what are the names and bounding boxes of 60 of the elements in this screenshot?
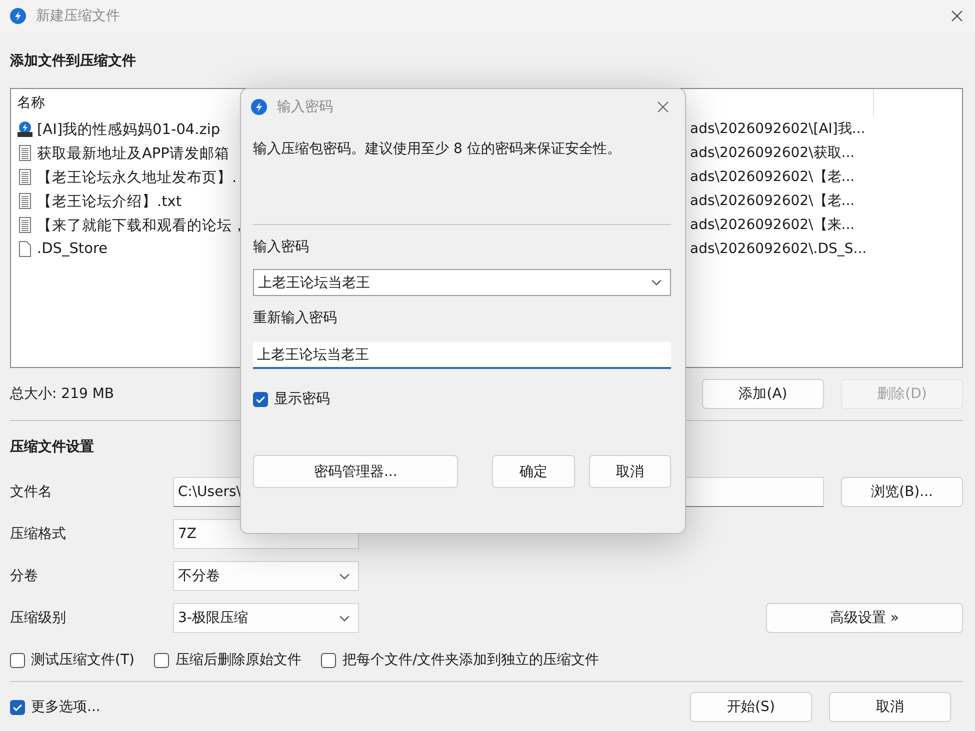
app-logo-icon — [10, 8, 26, 24]
chevron-icon — [651, 279, 662, 286]
file-name: [AI]我的性感妈妈01-04.zip — [37, 120, 220, 138]
dialog-message: 输入压缩包密码。建议使用至少 8 位的密码来保证安全性。 — [253, 140, 622, 159]
advanced-settings-button[interactable]: 高级设置 » — [766, 603, 963, 633]
file-name: 获取最新地址及APP请发邮箱 — [37, 144, 230, 162]
list-button[interactable]: 添加(A) — [702, 379, 824, 409]
dialog-button[interactable]: 确定 — [492, 455, 575, 488]
chevron-icon — [339, 572, 350, 580]
checkbox-label: 显示密码 — [274, 390, 330, 408]
password-dropdown[interactable]: 上老王论坛当老王 — [253, 269, 671, 296]
file-icon — [17, 241, 33, 257]
browse-button[interactable]: 浏览(B)... — [841, 477, 963, 507]
checkbox[interactable] — [321, 652, 336, 668]
file-name: 【老王论坛永久地址发布页】. — [37, 168, 237, 186]
footer-button[interactable]: 开始(S) — [690, 692, 812, 722]
section-heading: 添加文件到压缩文件 — [10, 52, 137, 71]
field-label: 压缩级别 — [10, 609, 67, 627]
file-path: ads\2026092602\[AI]我... — [690, 120, 866, 138]
zip-file-icon — [17, 121, 33, 137]
section-heading: 压缩文件设置 — [10, 438, 95, 457]
checkbox-label: 压缩后删除原始文件 — [175, 651, 302, 669]
checkbox[interactable] — [10, 652, 25, 668]
footer-button[interactable]: 取消 — [829, 692, 951, 722]
confirm-password-field[interactable]: 上老王论坛当老王 — [253, 342, 671, 369]
field-label: 输入密码 — [253, 238, 310, 257]
split-dropdown[interactable]: 不分卷 — [173, 561, 359, 591]
level-dropdown[interactable]: 3-极限压缩 — [173, 603, 359, 633]
window-title: 新建压缩文件 — [36, 7, 120, 25]
dialog-button[interactable]: 密码管理器... — [253, 455, 458, 488]
file-path: ads\2026092602\获取... — [690, 144, 855, 162]
file-path: ads\2026092602\【老... — [690, 192, 855, 210]
file-name: 【老王论坛介绍】.txt — [37, 192, 182, 210]
checkbox-label: 把每个文件/文件夹添加到独立的压缩文件 — [342, 651, 600, 669]
checkbox[interactable] — [10, 700, 25, 714]
file-name: .DS_Store — [37, 241, 108, 257]
app-logo-icon — [251, 99, 267, 115]
dialog-button[interactable]: 取消 — [588, 455, 671, 488]
file-path: ads\2026092602\.DS_S... — [690, 241, 867, 257]
close-icon[interactable] — [951, 10, 963, 22]
chevron-icon — [339, 614, 350, 622]
field-label: 文件名 — [10, 483, 53, 501]
total-size: 总大小: 219 MB — [10, 385, 114, 403]
field-label: 分卷 — [10, 567, 39, 585]
file-name: 【来了就能下载和观看的论坛， — [37, 216, 247, 234]
text-file-icon — [17, 217, 33, 233]
dialog-title: 输入密码 — [277, 98, 333, 116]
file-path: ads\2026092602\【来... — [690, 216, 855, 234]
close-icon[interactable] — [657, 101, 669, 113]
checkbox-label: 更多选项... — [31, 698, 100, 716]
checkbox[interactable] — [154, 652, 170, 668]
file-path: ads\2026092602\【老... — [690, 168, 855, 186]
text-file-icon — [17, 169, 33, 185]
checkbox-label: 测试压缩文件(T) — [31, 651, 134, 669]
field-label: 压缩格式 — [10, 525, 67, 543]
field-label: 重新输入密码 — [253, 309, 338, 328]
text-file-icon — [17, 193, 33, 209]
text-file-icon — [17, 145, 33, 161]
column-header[interactable]: 名称 — [17, 94, 45, 112]
checkbox[interactable] — [253, 392, 268, 406]
